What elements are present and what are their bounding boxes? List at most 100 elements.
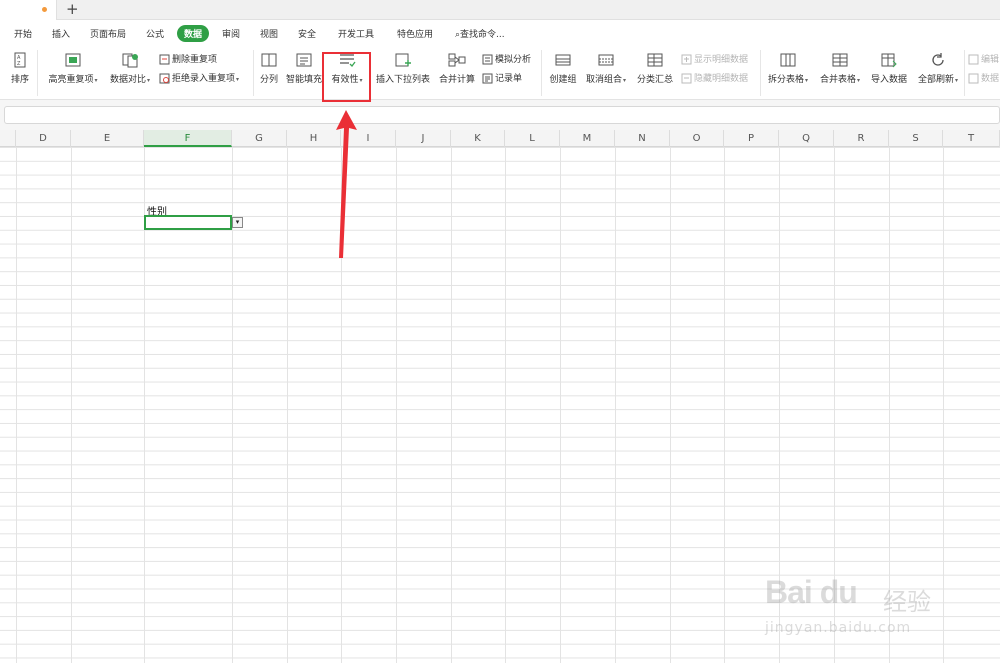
tab-page-layout[interactable]: 页面布局: [90, 27, 126, 40]
smart-fill-icon: [296, 53, 312, 67]
split-column-button[interactable]: 分列: [257, 52, 281, 85]
svg-text:Z: Z: [17, 61, 21, 67]
cell-dropdown-button[interactable]: ▾: [232, 217, 243, 228]
selected-cell[interactable]: [144, 215, 232, 230]
chevron-down-icon: ▾: [857, 77, 861, 84]
data-compare-button[interactable]: 数据对比▾: [106, 52, 154, 85]
show-detail-icon: [681, 54, 692, 65]
refresh-all-button[interactable]: 全部刷新▾: [915, 52, 961, 85]
row-header-corner[interactable]: [0, 130, 16, 147]
document-tab[interactable]: [0, 0, 57, 20]
grid-line: [71, 147, 72, 663]
edit-query-button[interactable]: 编辑: [968, 53, 999, 67]
column-header[interactable]: R: [834, 130, 889, 147]
grid-line: [670, 147, 671, 663]
grid-line: [451, 147, 452, 663]
tab-insert[interactable]: 插入: [52, 27, 70, 40]
data-properties-button[interactable]: 数据: [968, 72, 999, 86]
formula-input[interactable]: [4, 106, 1000, 124]
chevron-down-icon: ▾: [147, 77, 151, 84]
chevron-down-icon: ▾: [236, 76, 240, 83]
tab-formula[interactable]: 公式: [146, 27, 164, 40]
watermark-text: 经验: [883, 588, 931, 616]
what-if-icon: [482, 54, 493, 65]
new-tab-button[interactable]: +: [66, 1, 79, 17]
merge-table-icon: [832, 53, 848, 67]
grid-line: [615, 147, 616, 663]
refresh-icon: [932, 53, 944, 66]
chevron-down-icon: ▾: [805, 77, 809, 84]
column-header[interactable]: M: [560, 130, 615, 147]
highlight-duplicates-icon: [65, 53, 81, 67]
edit-query-icon: [968, 54, 979, 65]
column-header[interactable]: L: [505, 130, 560, 147]
column-headers: D E F G H I J K L M N O P Q R S T: [0, 130, 1000, 147]
divider: [964, 50, 965, 96]
grid-line: [287, 147, 288, 663]
column-header[interactable]: E: [71, 130, 144, 147]
tab-data[interactable]: 数据: [177, 25, 210, 42]
split-table-icon: [780, 53, 796, 67]
split-column-icon: [261, 53, 277, 67]
formula-bar: [0, 100, 1000, 130]
column-header[interactable]: N: [615, 130, 670, 147]
column-header[interactable]: O: [670, 130, 724, 147]
show-detail-button[interactable]: 显示明细数据: [681, 53, 748, 67]
watermark-url: jingyan.baidu.com: [765, 620, 912, 636]
column-header[interactable]: Q: [779, 130, 834, 147]
tab-start[interactable]: 开始: [14, 27, 32, 40]
what-if-analysis-button[interactable]: 模拟分析: [482, 53, 531, 67]
unsaved-dot-icon: [42, 7, 47, 12]
record-form-button[interactable]: 记录单: [482, 72, 522, 86]
tab-security[interactable]: 安全: [298, 27, 316, 40]
search-command[interactable]: ⌕查找命令...: [455, 27, 505, 40]
ungroup-button[interactable]: 取消组合▾: [584, 52, 628, 85]
column-header[interactable]: K: [451, 130, 505, 147]
merge-table-button[interactable]: 合并表格▾: [817, 52, 863, 85]
subtotal-icon: [647, 53, 663, 67]
highlight-duplicates-button[interactable]: 高亮重复项▾: [44, 52, 102, 85]
divider: [541, 50, 542, 96]
tab-developer[interactable]: 开发工具: [338, 27, 374, 40]
grid-line: [724, 147, 725, 663]
grid-line: [560, 147, 561, 663]
column-header-selected[interactable]: F: [144, 130, 232, 147]
data-compare-icon: [122, 53, 138, 68]
column-header[interactable]: T: [943, 130, 1000, 147]
column-header[interactable]: S: [889, 130, 943, 147]
chevron-down-icon: ▾: [94, 77, 98, 84]
delete-duplicates-button[interactable]: 删除重复项: [159, 53, 217, 67]
smart-fill-button[interactable]: 智能填充: [285, 52, 323, 85]
grid-line: [16, 147, 17, 663]
consolidate-button[interactable]: 合并计算: [437, 52, 477, 85]
split-table-button[interactable]: 拆分表格▾: [765, 52, 811, 85]
import-data-button[interactable]: 导入数据: [869, 52, 909, 85]
insert-dropdown-icon: [395, 53, 411, 67]
tab-special[interactable]: 特色应用: [397, 27, 433, 40]
column-header[interactable]: D: [16, 130, 71, 147]
sort-button[interactable]: AZ 排序: [8, 52, 32, 85]
tab-review[interactable]: 审阅: [222, 27, 240, 40]
create-group-button[interactable]: 创建组: [548, 52, 578, 85]
divider: [37, 50, 38, 96]
ribbon: AZ 排序 高亮重复项▾ 数据对比▾ 删除重复项 拒绝录入重复项▾ 分列 智能填…: [0, 46, 1000, 100]
column-header[interactable]: J: [396, 130, 451, 147]
subtotal-button[interactable]: 分类汇总: [636, 52, 674, 85]
record-form-icon: [482, 73, 493, 84]
tab-view[interactable]: 视图: [260, 27, 278, 40]
reject-duplicates-button[interactable]: 拒绝录入重复项▾: [159, 72, 239, 86]
hide-detail-button[interactable]: 隐藏明细数据: [681, 72, 748, 86]
column-header[interactable]: P: [724, 130, 779, 147]
grid-line: [396, 147, 397, 663]
hide-detail-icon: [681, 73, 692, 84]
delete-duplicates-icon: [159, 54, 170, 65]
sort-icon: AZ: [14, 52, 26, 68]
reject-duplicates-icon: [159, 73, 170, 84]
divider: [253, 50, 254, 96]
data-properties-icon: [968, 73, 979, 84]
baidu-jingyan-watermark: Bai du 经验 jingyan.baidu.com: [765, 560, 995, 650]
insert-dropdown-list-button[interactable]: 插入下拉列表: [374, 52, 432, 85]
column-header[interactable]: G: [232, 130, 287, 147]
create-group-icon: [555, 54, 571, 66]
annotation-highlight-box: [322, 52, 371, 102]
